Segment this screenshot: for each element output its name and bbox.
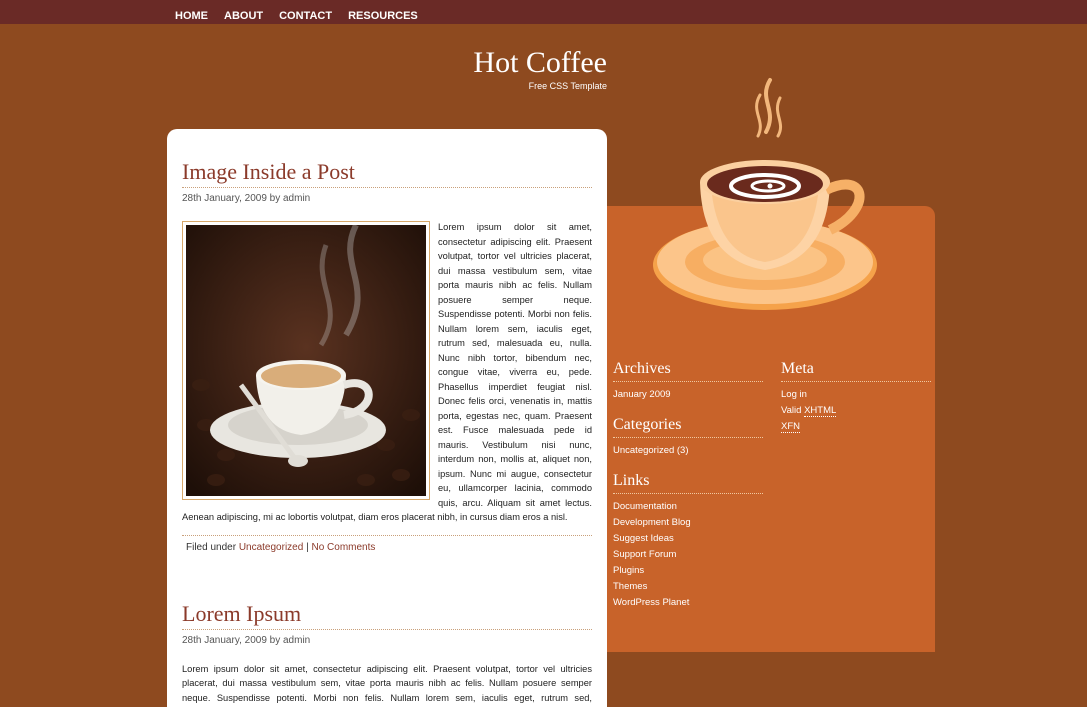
meta-valid-xhtml[interactable]: Valid XHTML bbox=[781, 403, 931, 419]
categories-list: Uncategorized (3) bbox=[613, 443, 763, 459]
link-wordpress-planet[interactable]: WordPress Planet bbox=[613, 595, 763, 611]
archive-item[interactable]: January 2009 bbox=[613, 387, 763, 403]
post-meta: 28th January, 2009 by admin bbox=[182, 193, 311, 204]
nav-item-contact: CONTACT bbox=[279, 6, 332, 24]
coffee-photo-graphic bbox=[186, 225, 426, 496]
link-support-forum[interactable]: Support Forum bbox=[613, 547, 763, 563]
xhtml-abbr: XHTML bbox=[804, 405, 837, 417]
valid-label: Valid bbox=[781, 405, 802, 416]
site-tagline: Free CSS Template bbox=[528, 81, 607, 91]
site-title[interactable]: Hot Coffee bbox=[440, 46, 607, 80]
archives-heading: Archives bbox=[613, 360, 763, 382]
meta-login-link[interactable]: Log in bbox=[781, 387, 931, 403]
sidebar-column-right: Meta Log in Valid XHTML XFN bbox=[781, 360, 931, 448]
meta-heading: Meta bbox=[781, 360, 931, 382]
nav-menu: HOME ABOUT CONTACT RESOURCES bbox=[175, 6, 434, 24]
archives-list: January 2009 bbox=[613, 387, 763, 403]
footer-separator: | bbox=[306, 541, 309, 553]
nav-item-about: ABOUT bbox=[224, 6, 263, 24]
link-plugins[interactable]: Plugins bbox=[613, 563, 763, 579]
post-title[interactable]: Lorem Ipsum bbox=[182, 601, 592, 630]
comments-link[interactable]: No Comments bbox=[311, 542, 375, 553]
coffee-photo bbox=[182, 221, 430, 500]
post-title[interactable]: Image Inside a Post bbox=[182, 159, 592, 188]
post-body: Lorem ipsum dolor sit amet, consectetur … bbox=[182, 663, 592, 703]
nav-item-resources: RESOURCES bbox=[348, 6, 418, 24]
post-body: Lorem ipsum dolor sit amet, consectetur … bbox=[182, 220, 592, 525]
nav-link-about[interactable]: ABOUT bbox=[224, 10, 263, 22]
categories-heading: Categories bbox=[613, 416, 763, 438]
nav-link-contact[interactable]: CONTACT bbox=[279, 10, 332, 22]
links-list: Documentation Development Blog Suggest I… bbox=[613, 499, 763, 611]
nav-link-resources[interactable]: RESOURCES bbox=[348, 10, 418, 22]
meta-list: Log in Valid XHTML XFN bbox=[781, 387, 931, 435]
category-item[interactable]: Uncategorized (3) bbox=[613, 443, 763, 459]
link-documentation[interactable]: Documentation bbox=[613, 499, 763, 515]
post-image-inside: Image Inside a Post 28th January, 2009 b… bbox=[182, 159, 592, 559]
coffee-cup-illustration bbox=[653, 78, 877, 310]
meta-xfn-link[interactable]: XFN bbox=[781, 419, 931, 435]
sidebar-column-left: Archives January 2009 Categories Uncateg… bbox=[613, 360, 763, 624]
nav-item-home: HOME bbox=[175, 6, 208, 24]
link-suggest-ideas[interactable]: Suggest Ideas bbox=[613, 531, 763, 547]
nav-link-home[interactable]: HOME bbox=[175, 10, 208, 22]
post-lorem-ipsum: Lorem Ipsum 28th January, 2009 by admin … bbox=[182, 601, 592, 707]
post-meta: 28th January, 2009 by admin bbox=[182, 634, 311, 646]
filed-under-label: Filed under bbox=[186, 541, 237, 553]
top-nav-bar: HOME ABOUT CONTACT RESOURCES bbox=[0, 0, 1087, 24]
category-link[interactable]: Uncategorized bbox=[239, 542, 303, 553]
links-heading: Links bbox=[613, 472, 763, 494]
xfn-abbr: XFN bbox=[781, 421, 800, 433]
post-footer: Filed under Uncategorized | No Comments bbox=[182, 534, 592, 559]
main-content: Image Inside a Post 28th January, 2009 b… bbox=[167, 129, 607, 707]
link-themes[interactable]: Themes bbox=[613, 579, 763, 595]
link-development-blog[interactable]: Development Blog bbox=[613, 515, 763, 531]
